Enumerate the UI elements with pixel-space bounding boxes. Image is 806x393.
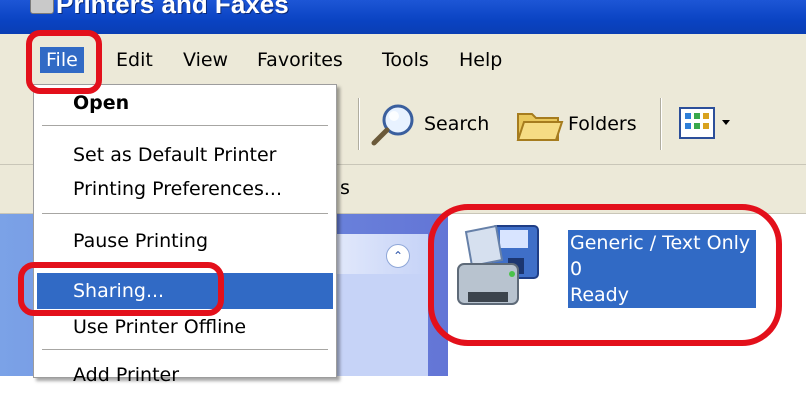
menu-separator	[42, 213, 328, 214]
views-button[interactable]	[676, 102, 738, 146]
menu-item-open[interactable]: Open	[37, 85, 333, 121]
menu-edit[interactable]: Edit	[110, 47, 159, 73]
menu-favorites[interactable]: Favorites	[251, 47, 349, 73]
menu-item-sharing[interactable]: Sharing...	[37, 273, 333, 309]
printer-icon	[457, 224, 539, 305]
folders-label: Folders	[568, 113, 637, 135]
toolbar-separator	[358, 98, 360, 150]
window-title: Printers and Faxes	[56, 0, 289, 19]
menu-separator	[42, 125, 328, 126]
search-button[interactable]: Search	[368, 102, 489, 146]
menu-help[interactable]: Help	[453, 47, 508, 73]
collapse-chevron-icon[interactable]: ⌃	[386, 244, 410, 268]
menu-item-set-default-printer[interactable]: Set as Default Printer	[37, 137, 333, 173]
folders-icon	[516, 113, 564, 141]
chevron-down-icon	[722, 120, 730, 125]
printer-jobs: 0	[570, 258, 583, 280]
file-menu: Open Set as Default Printer Printing Pre…	[33, 84, 337, 386]
menu-item-use-printer-offline[interactable]: Use Printer Offline	[37, 309, 333, 345]
search-label: Search	[424, 113, 490, 135]
printer-status: Ready	[570, 284, 629, 306]
menu-bar: File Edit View Favorites Tools Help	[0, 34, 806, 87]
title-bar: Printers and Faxes	[0, 0, 806, 34]
folders-button[interactable]: Folders	[514, 102, 637, 146]
search-icon	[371, 104, 414, 146]
printer-item[interactable]: Generic / Text Only 0 Ready	[452, 220, 756, 320]
address-text: s	[340, 177, 350, 199]
menu-tools[interactable]: Tools	[376, 47, 435, 73]
menu-separator	[42, 349, 328, 350]
toolbar-separator	[660, 98, 662, 150]
menu-view[interactable]: View	[177, 47, 234, 73]
printer-folder-icon	[30, 0, 54, 14]
menu-item-add-printer[interactable]: Add Printer	[37, 357, 333, 393]
views-icon	[679, 107, 730, 139]
menu-item-pause-printing[interactable]: Pause Printing	[37, 223, 333, 259]
menu-file[interactable]: File	[40, 47, 84, 73]
printer-name: Generic / Text Only	[570, 232, 751, 254]
menu-item-printing-preferences[interactable]: Printing Preferences...	[37, 171, 333, 207]
printer-details: Generic / Text Only 0 Ready	[568, 230, 756, 308]
